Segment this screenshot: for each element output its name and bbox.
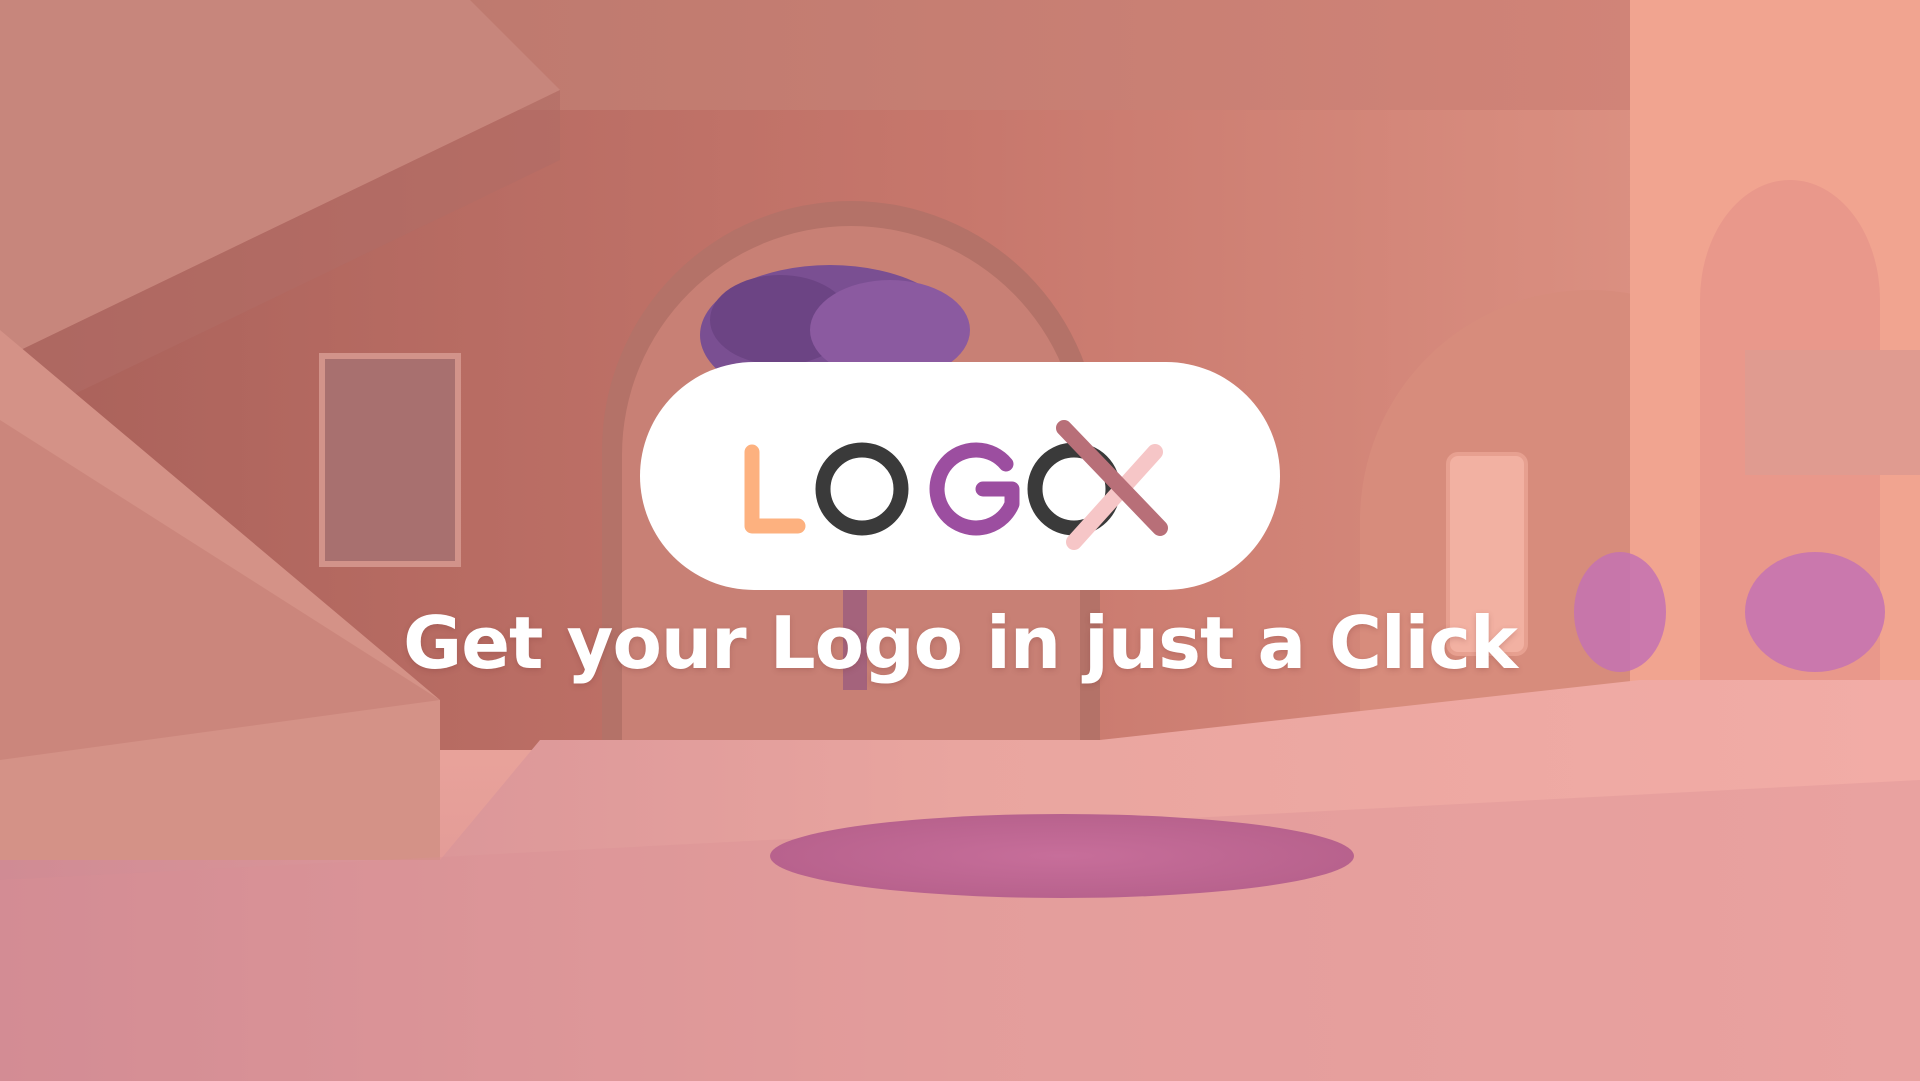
logox-wordmark-icon (744, 420, 1168, 550)
tagline-heading: Get your Logo in just a Click (403, 601, 1518, 685)
hero-banner: Get your Logo in just a Click (0, 0, 1920, 1081)
logo-badge (640, 362, 1280, 590)
